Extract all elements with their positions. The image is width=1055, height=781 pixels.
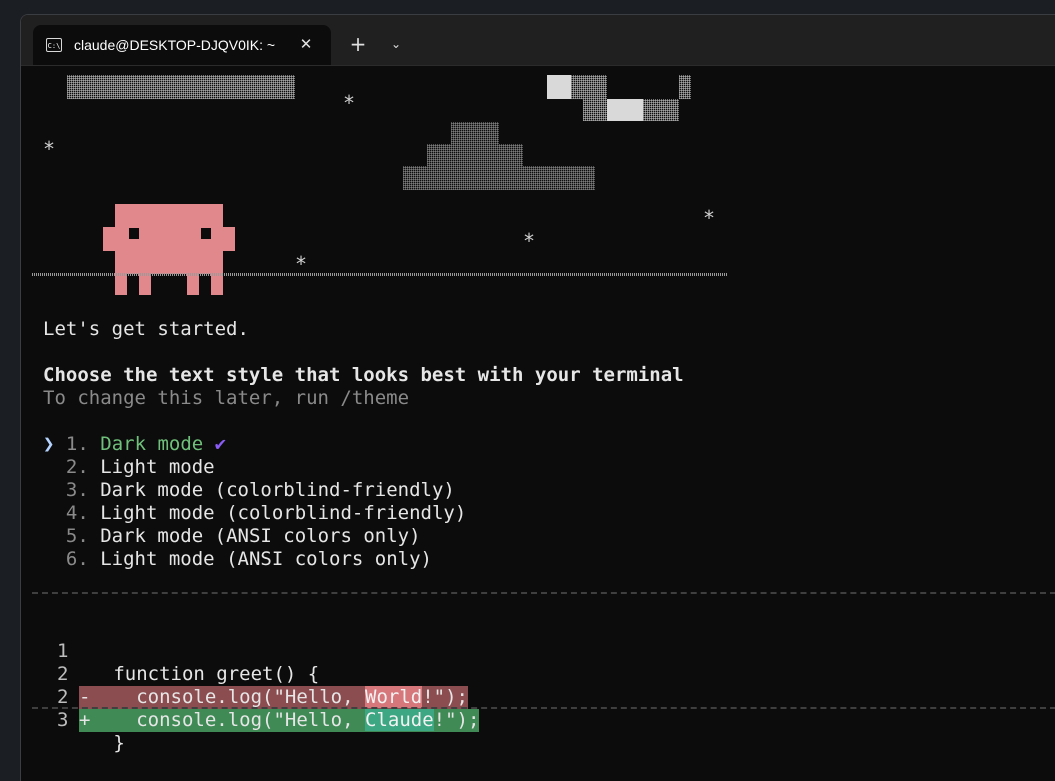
option-number: 1.: [65, 433, 89, 455]
mascot-leg: [211, 273, 223, 295]
ground-line: [32, 273, 727, 276]
option-label: Dark mode: [100, 433, 204, 455]
cloud-art: [583, 99, 607, 121]
theme-option-1[interactable]: ❯ 1. Dark mode ✔: [43, 433, 226, 456]
cloud-art: [643, 99, 679, 121]
star-icon: *: [523, 229, 536, 253]
option-label: Light mode (colorblind-friendly): [100, 502, 467, 524]
prompt-hint: To change this later, run /theme: [43, 387, 410, 409]
mascot-body: [115, 250, 223, 274]
code-text: !");: [433, 709, 480, 731]
cloud-art: [427, 144, 523, 166]
mascot-eye: [129, 228, 139, 239]
option-label: Dark mode (ANSI colors only): [100, 525, 421, 547]
cloud-art: [451, 122, 499, 144]
cloud-art: [403, 166, 595, 190]
cloud-art: [547, 75, 571, 99]
mascot-leg: [139, 273, 151, 295]
code-text: }: [90, 732, 125, 754]
theme-option-6[interactable]: 6. Light mode (ANSI colors only): [43, 548, 432, 571]
new-tab-button[interactable]: +: [347, 33, 369, 55]
diff-line-removed: 2 - console.log("Hello, World!");: [21, 640, 1055, 709]
prompt-heading: Choose the text style that looks best wi…: [43, 364, 684, 386]
cloud-art: [679, 75, 691, 99]
terminal-content: * * * * * Let's get started. Choose the …: [21, 66, 1055, 781]
divider: [32, 707, 1055, 709]
mascot-body: [103, 227, 235, 251]
option-label: Light mode (ANSI colors only): [100, 548, 432, 570]
star-icon: *: [43, 137, 56, 161]
greeting: Let's get started.: [43, 318, 249, 340]
diff-line: 3 }: [21, 686, 1055, 754]
code-text: console.log("Hello,: [90, 709, 365, 731]
mascot-leg: [187, 273, 199, 295]
close-icon[interactable]: ✕: [297, 35, 315, 53]
divider: [32, 592, 1055, 594]
option-label: Light mode: [100, 456, 215, 478]
terminal-icon: C:\: [46, 38, 62, 52]
theme-option-5[interactable]: 5. Dark mode (ANSI colors only): [43, 525, 421, 548]
theme-option-2[interactable]: 2. Light mode: [43, 456, 215, 479]
mascot-eye: [201, 228, 211, 239]
selection-cursor-icon: ❯: [43, 433, 55, 455]
option-label: Dark mode (colorblind-friendly): [100, 479, 455, 501]
tab-bar: C:\ claude@DESKTOP-DJQV0IK: ~ ✕ + ⌄: [21, 15, 1055, 66]
tab-terminal[interactable]: C:\ claude@DESKTOP-DJQV0IK: ~ ✕: [33, 25, 331, 65]
line-number: 3: [57, 709, 69, 731]
option-number: 4.: [65, 502, 89, 524]
added-word: Claude: [365, 709, 434, 731]
star-icon: *: [295, 252, 308, 276]
diff-line: 1 function greet() {: [21, 617, 1055, 685]
cloud-art: [571, 75, 607, 99]
theme-option-3[interactable]: 3. Dark mode (colorblind-friendly): [43, 479, 455, 502]
option-number: 2.: [65, 456, 89, 478]
option-number: 3.: [65, 479, 89, 501]
chevron-down-icon[interactable]: ⌄: [385, 33, 407, 55]
diff-marker: [79, 732, 90, 754]
mascot-leg: [115, 273, 127, 295]
tab-title: claude@DESKTOP-DJQV0IK: ~: [74, 37, 276, 53]
option-number: 6.: [65, 548, 89, 570]
cloud-art: [67, 75, 295, 99]
theme-option-4[interactable]: 4. Light mode (colorblind-friendly): [43, 502, 466, 525]
star-icon: *: [343, 91, 356, 115]
diff-line-added: 2 + console.log("Hello, Claude!");: [21, 663, 1055, 732]
option-number: 5.: [65, 525, 89, 547]
checkmark-icon: ✔: [214, 433, 227, 455]
mascot-body: [115, 204, 223, 228]
terminal-window: C:\ claude@DESKTOP-DJQV0IK: ~ ✕ + ⌄ * * …: [20, 14, 1055, 781]
star-icon: *: [703, 206, 716, 230]
cloud-art: [607, 99, 643, 121]
